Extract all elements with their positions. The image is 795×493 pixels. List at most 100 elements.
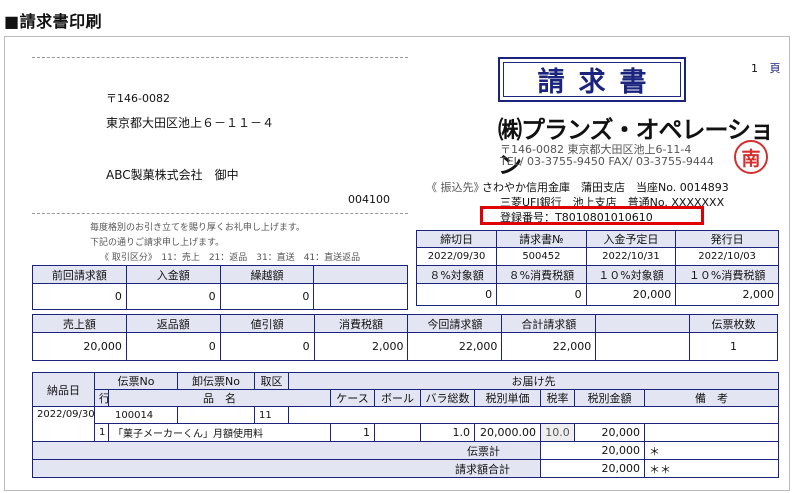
header-consumption-tax: 消費税額 bbox=[313, 314, 409, 333]
recipient-postal: 〒146-0082 bbox=[106, 92, 170, 105]
value-10-taxable: 20,000 bbox=[585, 283, 677, 306]
header-payment-due: 入金予定日 bbox=[585, 230, 677, 248]
recipient-code: 004100 bbox=[348, 193, 390, 206]
line-row: 1 「菓子メーカーくん」月額使用料 1 1.0 20,000.00 10.0 2… bbox=[33, 423, 779, 442]
header-closing-date: 締切日 bbox=[415, 230, 498, 248]
header-case: ケース bbox=[330, 389, 375, 407]
recipient-address: 東京都大田区池上６－１１－４ bbox=[106, 116, 275, 130]
notice-line2: 下記の通りご請求申し上げます。 bbox=[90, 238, 225, 248]
header-10-tax: １０%消費税額 bbox=[675, 265, 779, 284]
consumption-tax-amount: 2,000 bbox=[313, 332, 409, 361]
header-amount: 税別金額 bbox=[574, 389, 645, 407]
issue-date: 2022/10/03 bbox=[675, 247, 779, 266]
value-10-tax: 2,000 bbox=[675, 283, 779, 306]
page-number-value: 1 bbox=[751, 62, 758, 75]
line-item-name: 「菓子メーカーくん」月額使用料 bbox=[108, 423, 331, 442]
carryover: 0 bbox=[219, 283, 315, 310]
previous-balance-table: 前回請求額 入金額 繰越額 0 0 0 bbox=[32, 265, 408, 310]
value-8-taxable: 0 bbox=[415, 283, 498, 306]
header-quantity: バラ総数 bbox=[420, 389, 475, 407]
header-item-name: 品 名 bbox=[108, 389, 331, 407]
page-number-label: 頁 bbox=[769, 62, 781, 75]
header-ball: ボール bbox=[374, 389, 421, 407]
header-slip-count: 伝票枚数 bbox=[689, 314, 778, 333]
header-sales: 売上額 bbox=[32, 314, 127, 333]
seal-stamp: 南 bbox=[734, 140, 768, 174]
dotted-separator-bottom bbox=[32, 213, 408, 214]
line-case: 1 bbox=[330, 423, 375, 442]
document-title: 請求書 bbox=[503, 62, 681, 98]
grand-total-mark: ＊＊ bbox=[644, 459, 779, 478]
slip-count: 1 bbox=[689, 332, 778, 361]
closing-date: 2022/09/30 bbox=[415, 247, 498, 266]
page-title: ■請求書印刷 bbox=[4, 12, 103, 31]
wholesale-slip-no bbox=[177, 406, 255, 424]
line-row-number: 1 bbox=[94, 423, 109, 442]
recipient-name: ABC製菓株式会社 御中 bbox=[106, 168, 239, 182]
total-invoice-amount: 22,000 bbox=[501, 332, 597, 361]
discount-amount: 0 bbox=[219, 332, 315, 361]
line-ball bbox=[374, 423, 421, 442]
header-previous-amount: 前回請求額 bbox=[32, 265, 127, 284]
header-invoice-no: 請求書№ bbox=[496, 230, 587, 248]
transaction-kbn: 11 bbox=[254, 406, 289, 424]
header-row: 行 bbox=[94, 389, 109, 407]
current-invoice-amount: 22,000 bbox=[407, 332, 503, 361]
slip-total-amount: 20,000 bbox=[540, 441, 645, 460]
line-amount: 20,000 bbox=[574, 423, 645, 442]
detail-table: 納品日 伝票No 卸伝票No 取区 お届け先 行 品 名 ケース ボール バラ総… bbox=[32, 372, 779, 478]
header-destination: お届け先 bbox=[288, 372, 779, 390]
header-blank bbox=[313, 265, 408, 284]
bank-label: 《 振込先》 bbox=[426, 181, 485, 194]
slip-total-mark: ＊ bbox=[644, 441, 779, 460]
slip-total-label: 伝票計 bbox=[32, 441, 541, 460]
header-payment-received: 入金額 bbox=[125, 265, 221, 284]
sales-amount: 20,000 bbox=[32, 332, 127, 361]
line-tax-rate: 10.0 bbox=[540, 423, 575, 442]
grand-total-row: 請求額合計 20,000 ＊＊ bbox=[32, 459, 779, 478]
header-tax-rate: 税率 bbox=[540, 389, 575, 407]
dotted-separator-top bbox=[32, 57, 408, 58]
header-current-invoice: 今回請求額 bbox=[407, 314, 503, 333]
previous-amount: 0 bbox=[32, 283, 127, 310]
slip-total-row: 伝票計 20,000 ＊ bbox=[32, 441, 779, 460]
header-note: 備 考 bbox=[644, 389, 779, 407]
transaction-codes: 《 取引区分》 11：売上 21：返品 31：直送 41：直送返品 bbox=[100, 253, 361, 263]
header-slip-no: 伝票No bbox=[94, 372, 178, 390]
blank-cell bbox=[313, 283, 408, 310]
line-unit-price: 20,000.00 bbox=[474, 423, 541, 442]
returns-amount: 0 bbox=[125, 332, 221, 361]
delivery-date: 2022/09/30 bbox=[32, 406, 95, 442]
line-note bbox=[644, 423, 779, 442]
line-quantity: 1.0 bbox=[420, 423, 475, 442]
header-delivery-date: 納品日 bbox=[32, 372, 95, 407]
payment-received: 0 bbox=[125, 283, 221, 310]
document-title-box: 請求書 bbox=[498, 57, 686, 102]
grand-total-amount: 20,000 bbox=[540, 459, 645, 478]
header-unit-price: 税別単価 bbox=[474, 389, 541, 407]
value-8-tax: 0 bbox=[496, 283, 587, 306]
header-blank-2 bbox=[595, 314, 691, 333]
totals-table: 売上額 返品額 値引額 消費税額 今回請求額 合計請求額 伝票枚数 20,000… bbox=[32, 314, 778, 361]
notice-line1: 毎度格別のお引き立てを賜り厚くお礼申し上げます。 bbox=[90, 223, 305, 233]
header-kbn: 取区 bbox=[254, 372, 289, 390]
page-number: 1 頁 bbox=[751, 60, 781, 76]
blank-cell-2 bbox=[595, 332, 691, 361]
slip-row: 2022/09/30 100014 11 bbox=[32, 406, 779, 442]
header-discount: 値引額 bbox=[219, 314, 315, 333]
header-returns: 返品額 bbox=[125, 314, 221, 333]
summary-table-right: 締切日 請求書№ 入金予定日 発行日 2022/09/30 500452 202… bbox=[415, 230, 779, 306]
slip-row-filler bbox=[288, 406, 779, 424]
payment-due: 2022/10/31 bbox=[585, 247, 677, 266]
header-issue-date: 発行日 bbox=[675, 230, 779, 248]
header-carryover: 繰越額 bbox=[219, 265, 315, 284]
header-8-taxable: ８%対象額 bbox=[415, 265, 498, 284]
registration-number: 登録番号：T8010801010610 bbox=[500, 211, 653, 224]
header-wholesale-slip: 卸伝票No bbox=[177, 372, 255, 390]
issuer-tel: TEL/ 03-3755-9450 FAX/ 03-3755-9444 bbox=[500, 155, 714, 168]
bank-line1: さわやか信用金庫 蒲田支店 当座No. 0014893 bbox=[482, 181, 729, 194]
grand-total-label: 請求額合計 bbox=[32, 459, 541, 478]
header-10-taxable: １０%対象額 bbox=[585, 265, 677, 284]
header-total-invoice: 合計請求額 bbox=[501, 314, 597, 333]
header-8-tax: ８%消費税額 bbox=[496, 265, 587, 284]
